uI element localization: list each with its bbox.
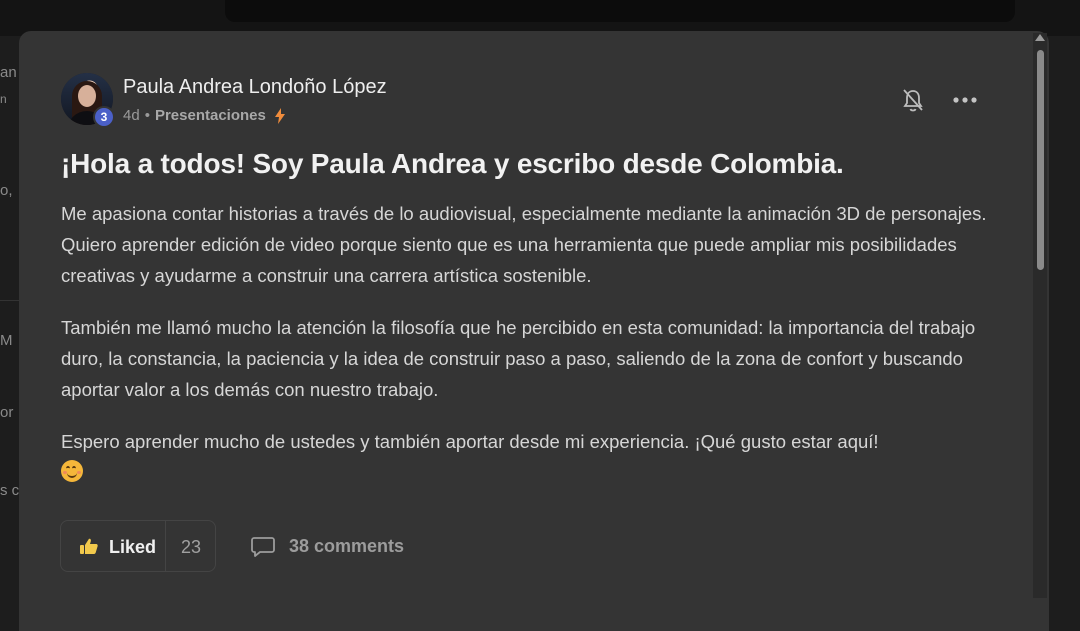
post-paragraph-text: Espero aprender mucho de ustedes y tambi… — [61, 431, 879, 452]
post-title: ¡Hola a todos! Soy Paula Andrea y escrib… — [61, 148, 844, 179]
post-category[interactable]: Presentaciones — [155, 107, 266, 124]
scroll-up-arrow[interactable] — [1035, 34, 1045, 41]
background-text-fragment: n — [0, 92, 7, 106]
like-count[interactable]: 23 — [181, 537, 201, 558]
scrollbar-thumb[interactable] — [1037, 50, 1044, 270]
lightning-icon — [274, 107, 285, 124]
background-text-fragment: o, — [0, 182, 13, 199]
bell-off-icon[interactable] — [901, 88, 925, 114]
background-text-fragment: M — [0, 332, 13, 349]
like-divider — [165, 521, 166, 571]
background-text-fragment: s c — [0, 482, 20, 499]
background-text-fragment: an — [0, 64, 17, 81]
more-horizontal-icon[interactable] — [952, 92, 978, 108]
comments-link[interactable]: 38 comments — [289, 536, 404, 557]
post-paragraph: También me llamó mucho la atención la fi… — [61, 317, 976, 400]
like-button[interactable]: Liked 23 — [60, 520, 216, 572]
level-badge: 3 — [93, 106, 115, 128]
liked-label: Liked — [109, 537, 157, 557]
post-paragraph-last: Espero aprender mucho de ustedes y tambi… — [61, 426, 1021, 488]
comment-icon[interactable] — [251, 536, 275, 558]
author-name[interactable]: Paula Andrea Londoño López — [123, 76, 387, 99]
background-divider — [0, 300, 20, 301]
thumbs-up-icon — [80, 538, 98, 554]
smiling-face-emoji — [61, 460, 83, 482]
background-text-fragment: or — [0, 404, 14, 421]
background-search-bar — [225, 0, 1015, 22]
post-time: 4d — [123, 107, 140, 124]
post-meta: 4d • Presentaciones — [123, 107, 285, 124]
post-paragraph: Me apasiona contar historias a través de… — [61, 203, 987, 286]
meta-separator: • — [144, 107, 150, 124]
